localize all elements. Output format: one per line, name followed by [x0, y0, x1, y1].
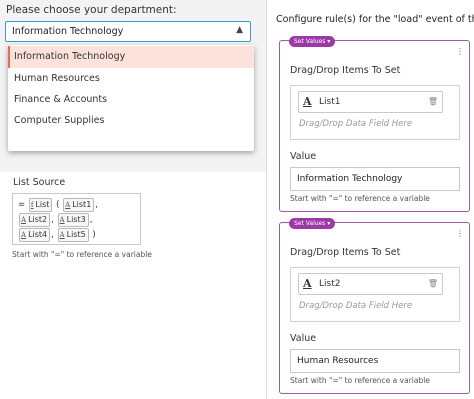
set-values-card: Set Values ▾ ⋮ Drag/Drop Items To Set A …	[279, 218, 470, 394]
text-field-icon: A	[21, 231, 27, 239]
value-input[interactable]: Information Technology	[290, 167, 460, 191]
set-values-badge[interactable]: Set Values ▾	[289, 218, 336, 229]
text-field-icon: A	[303, 95, 312, 108]
comma: ,	[95, 200, 98, 210]
drag-drop-title: Drag/Drop Items To Set	[290, 247, 401, 258]
list-chip-label: List1	[72, 200, 92, 209]
value-input-text: Human Resources	[297, 356, 379, 366]
set-item-chip[interactable]: A List1 🗑	[298, 91, 443, 113]
department-dropdown-list: Information Technology Human Resources F…	[8, 45, 254, 151]
rule-config-title: Configure rule(s) for the "load" event o…	[276, 14, 474, 25]
value-hint: Start with "=" to reference a variable	[290, 194, 430, 203]
formula-row-3: A List4, A List5 )	[18, 228, 96, 242]
dropdown-option-information-technology[interactable]: Information Technology	[8, 46, 254, 68]
badge-label: Set Values	[294, 220, 326, 227]
value-input-text: Information Technology	[297, 174, 403, 184]
badge-label: Set Values	[294, 38, 326, 45]
comma: ,	[51, 215, 54, 225]
text-field-icon: A	[65, 201, 71, 209]
value-hint: Start with "=" to reference a variable	[290, 376, 430, 385]
list-chip-label: List3	[66, 215, 86, 224]
set-item-chip[interactable]: A List2 🗑	[298, 273, 443, 295]
list-chip[interactable]: A List5	[57, 228, 89, 242]
drop-hint: Drag/Drop Data Field Here	[299, 301, 413, 311]
formula-row-1: = f List ( A List1,	[18, 198, 98, 212]
app-root: Please choose your department: Informati…	[0, 0, 474, 399]
chevron-up-icon[interactable]: ▲	[236, 25, 243, 35]
value-label: Value	[290, 151, 317, 162]
drop-zone[interactable]: A List2 🗑 Drag/Drop Data Field Here	[290, 267, 460, 322]
form-preview-panel: Please choose your department: Informati…	[0, 0, 266, 399]
department-select-value: Information Technology	[12, 26, 124, 37]
text-field-icon: A	[21, 216, 27, 224]
open-paren: (	[56, 200, 60, 210]
text-field-icon: A	[303, 277, 312, 290]
dropdown-option-human-resources[interactable]: Human Resources	[8, 68, 254, 90]
department-select[interactable]: Information Technology ▲	[5, 21, 251, 42]
function-name: List	[35, 200, 50, 209]
list-source-label: List Source	[13, 177, 66, 188]
list-chip-label: List5	[66, 230, 86, 239]
trash-icon[interactable]: 🗑	[428, 279, 438, 288]
comma: ,	[51, 230, 54, 240]
list-chip-label: List2	[28, 215, 48, 224]
text-field-icon: A	[59, 231, 65, 239]
list-chip[interactable]: A List4	[19, 228, 51, 242]
list-chip-label: List4	[28, 230, 48, 239]
more-vertical-icon[interactable]: ⋮	[456, 229, 464, 238]
set-values-badge[interactable]: Set Values ▾	[289, 36, 336, 47]
value-input[interactable]: Human Resources	[290, 349, 460, 373]
list-source-hint: Start with "=" to reference a variable	[12, 250, 152, 259]
formula-row-2: A List2, A List3,	[18, 213, 92, 227]
dropdown-option-finance-accounts[interactable]: Finance & Accounts	[8, 89, 254, 111]
list-chip[interactable]: A List1	[63, 198, 95, 212]
list-chip[interactable]: A List2	[19, 213, 51, 227]
close-paren: )	[92, 230, 96, 240]
more-vertical-icon[interactable]: ⋮	[456, 47, 464, 56]
function-icon: f	[30, 201, 34, 209]
set-item-label: List2	[319, 279, 341, 289]
value-label: Value	[290, 333, 317, 344]
text-field-icon: A	[59, 216, 65, 224]
drop-hint: Drag/Drop Data Field Here	[299, 119, 413, 129]
dropdown-option-computer-supplies[interactable]: Computer Supplies	[8, 110, 254, 132]
function-chip[interactable]: f List	[28, 198, 53, 212]
list-chip[interactable]: A List3	[57, 213, 89, 227]
set-item-label: List1	[319, 97, 341, 107]
trash-icon[interactable]: 🗑	[428, 97, 438, 106]
department-label: Please choose your department:	[6, 4, 177, 16]
comma: ,	[89, 215, 93, 225]
drag-drop-title: Drag/Drop Items To Set	[290, 65, 401, 76]
drop-zone[interactable]: A List1 🗑 Drag/Drop Data Field Here	[290, 85, 460, 140]
list-source-formula-field[interactable]: = f List ( A List1, A List2, A List3, A List4…	[12, 193, 141, 245]
formula-equals: =	[18, 200, 26, 210]
set-values-card: Set Values ▾ ⋮ Drag/Drop Items To Set A …	[279, 36, 470, 212]
panel-divider	[266, 0, 267, 399]
